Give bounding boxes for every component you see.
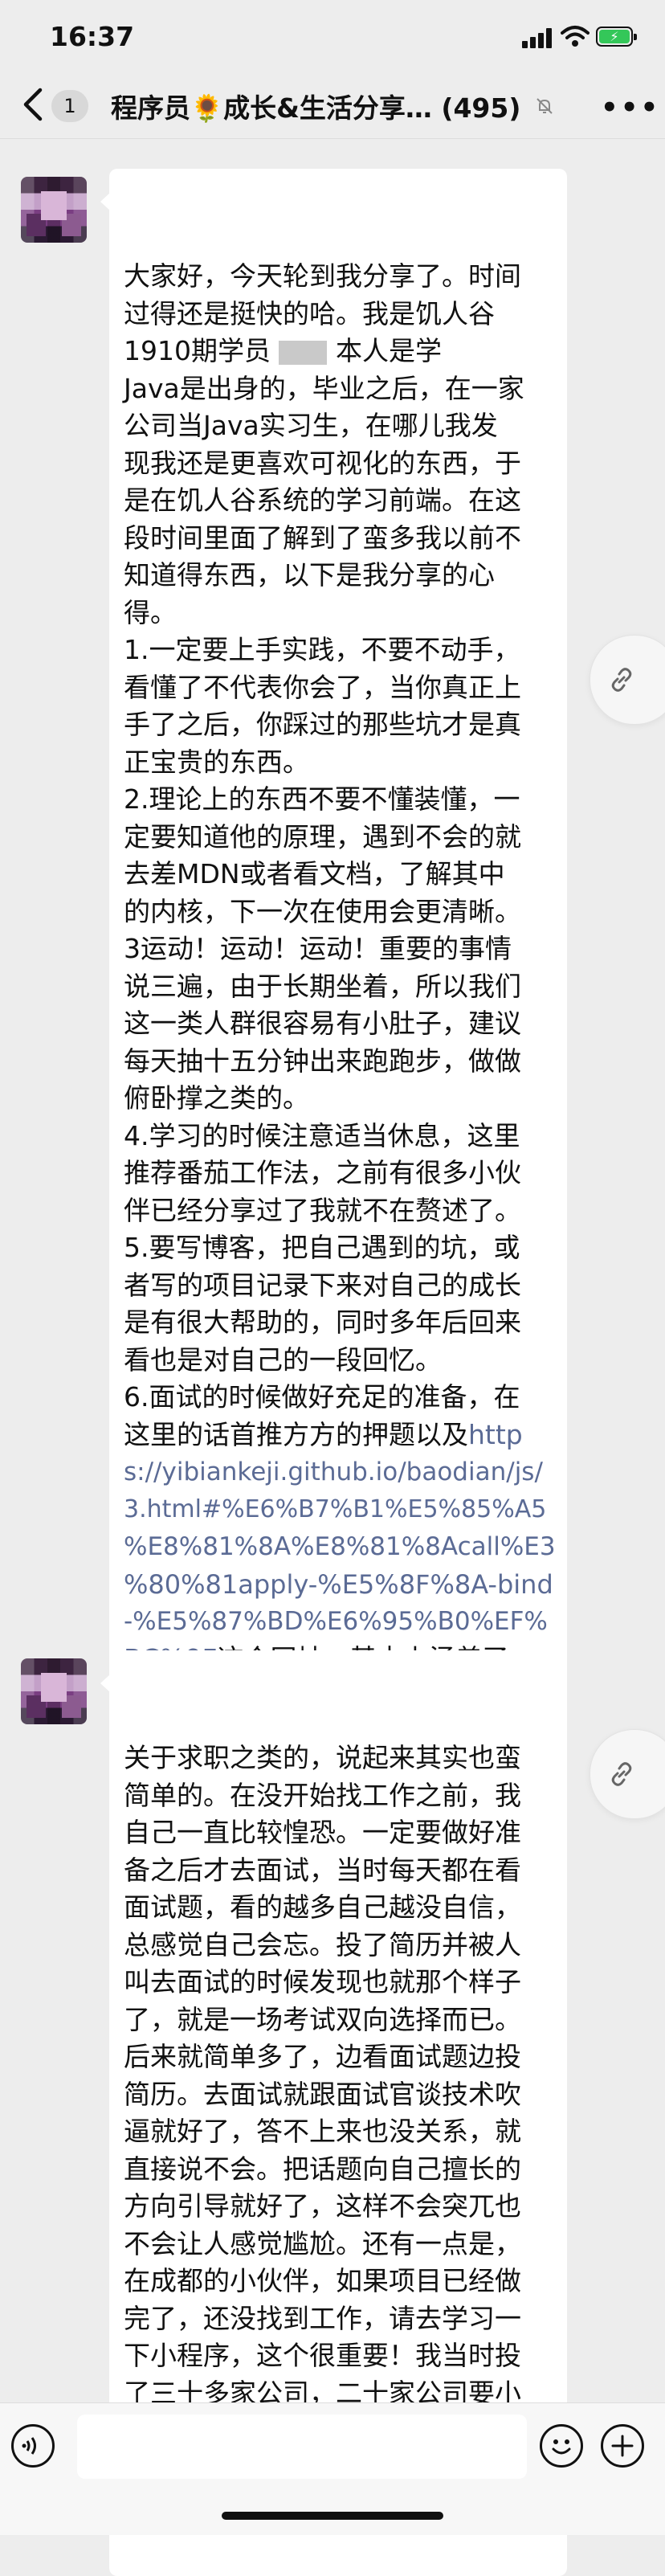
message-line: 公司当Java实习生，在哪儿我发 xyxy=(124,410,498,441)
message-line: 简单的。在没开始找工作之前，我 xyxy=(124,1779,521,1811)
message-bubble[interactable]: 大家好，今天轮到我分享了。时间 过得还是挺快的哈。我是饥人谷 1910期学员 本人是… xyxy=(100,169,567,1879)
wifi-icon xyxy=(561,26,590,47)
avatar[interactable] xyxy=(21,1658,87,1724)
voice-icon[interactable] xyxy=(11,2424,55,2468)
message-line: 推荐番茄工作法，之前有很多小伙 xyxy=(124,1157,521,1188)
message-line: 的内核，下一次在使用会更清晰。 xyxy=(124,895,521,927)
message-line: 每天抽十五分钟出来跑跑步，做做 xyxy=(124,1045,521,1077)
message-line: 面试题，看的越多自己越没自信， xyxy=(124,1891,521,1923)
message-line: 备之后才去面试，当时每天都在看 xyxy=(124,1854,521,1886)
message-line: 4.学习的时候注意适当休息，这里 xyxy=(124,1119,520,1151)
message-line: 是在饥人谷系统的学习前端。在这 xyxy=(124,485,521,516)
message-line: 1910期学员 本人是学 xyxy=(124,335,442,366)
message-link-line[interactable]: 3.html#%E6%B7%B1%E5%85%A5 xyxy=(124,1491,556,1529)
message-line: 得。 xyxy=(124,596,177,628)
home-indicator xyxy=(222,2512,443,2520)
message-line: 直接说不会。把话题向自己擅长的 xyxy=(124,2153,521,2185)
message-line: 3运动！运动！运动！重要的事情 xyxy=(124,933,512,964)
link-button[interactable] xyxy=(590,1729,665,1819)
message-line: 在成都的小伙伴，如果项目已经做 xyxy=(124,2265,521,2296)
message-line: Java是出身的，毕业之后，在一家 xyxy=(124,372,524,404)
plus-icon[interactable] xyxy=(601,2424,644,2468)
message-line: 不会让人感觉尴尬。还有一点是， xyxy=(124,2227,521,2259)
message-line: 5.要写博客，把自己遇到的坑，或 xyxy=(124,1232,520,1263)
message-line: 定要知道他的原理，遇到不会的就 xyxy=(124,820,521,853)
message-line: 俯卧撑之类的。 xyxy=(124,1082,309,1114)
message-line: 是有很大帮助的，同时多年后回来 xyxy=(124,1306,521,1338)
emoji-icon[interactable] xyxy=(540,2424,583,2468)
message-link-line[interactable]: -%E5%87%BD%E6%95%B0%EF% xyxy=(124,1603,556,1641)
message-line: 看也是对自己的一段回忆。 xyxy=(124,1343,442,1376)
message-line: 完了，还没找到工作，请去学习一 xyxy=(124,2302,521,2334)
chat-title[interactable]: 程序员🌻成长&生活分享… (495) xyxy=(111,87,520,125)
chat-header: 1 程序员🌻成长&生活分享… (495) ••• xyxy=(0,74,665,138)
message-line: 自己一直比较惶恐。一定要做好准 xyxy=(124,1817,521,1848)
message-text: 大家好，今天轮到我分享了。时间 过得还是挺快的哈。我是饥人谷 1910期学员 本人是… xyxy=(124,258,556,1827)
bell-slash-icon xyxy=(536,98,553,114)
message-link-line[interactable]: http xyxy=(468,1419,523,1450)
battery-icon: ⚡ xyxy=(596,27,637,47)
message-line: 关于求职之类的，说起来其实也蛮 xyxy=(124,1742,521,1773)
message-line: 逼就好了，答不上来也没关系，就 xyxy=(124,2116,521,2147)
message-line: 1.一定要上手实践，不要不动手， xyxy=(124,634,520,665)
message-link-line[interactable]: %80%81apply-%E5%8F%8A-bind xyxy=(124,1566,556,1604)
message-line: 下小程序，这个很重要！我当时投 xyxy=(124,2340,521,2371)
message-line: 者写的项目记录下来对自己的成长 xyxy=(124,1269,521,1301)
message-line: 这里的话首推方方的押题以及http xyxy=(124,1417,556,1454)
message-link-line[interactable]: %E8%81%8A%E8%81%8Acall%E3 xyxy=(124,1528,556,1566)
message-line: 知道得东西，以下是我分享的心 xyxy=(124,559,495,591)
link-button[interactable] xyxy=(590,635,665,725)
message-line: 后来就简单多了，边看面试题边投 xyxy=(124,2041,521,2072)
message-line: 叫去面试的时候发现也就那个样子 xyxy=(124,1966,521,1997)
message-line: 去差MDN或者看文档，了解其中 xyxy=(124,858,505,889)
message-line: 大家好，今天轮到我分享了。时间 xyxy=(124,260,521,292)
more-dots-icon[interactable]: ••• xyxy=(601,92,660,124)
message-line: 6.面试的时候做好充足的准备，在 xyxy=(124,1381,520,1413)
unread-count-badge[interactable]: 1 xyxy=(51,90,88,122)
chevron-left-icon[interactable] xyxy=(19,87,48,122)
message-line: 过得还是挺快的哈。我是饥人谷 xyxy=(124,297,495,329)
message-line: 这一类人群很容易有小肚子，建议 xyxy=(124,1008,521,1039)
message-line: 看懂了不代表你会了，当你真正上 xyxy=(124,671,521,703)
avatar[interactable] xyxy=(21,177,87,243)
status-time: 16:37 xyxy=(50,21,135,52)
message-line: 说三遍，由于长期坐着，所以我们 xyxy=(124,970,521,1002)
link-icon xyxy=(611,1762,632,1786)
message-line: 简历。去面试就跟面试官谈技术吹 xyxy=(124,2078,521,2110)
message-line-text: 这里的话首推方方的押题以及 xyxy=(124,1418,468,1450)
message-line: 段时间里面了解到了蛮多我以前不 xyxy=(124,521,521,554)
message-line: 现我还是更喜欢可视化的东西，于 xyxy=(124,447,521,479)
message-line: 手了之后，你踩过的那些坑才是真 xyxy=(124,709,521,740)
masked-text xyxy=(279,340,328,365)
status-bar: 16:37 ⚡ xyxy=(0,0,665,74)
signal-icon xyxy=(522,27,554,48)
message-line: 正宝贵的东西。 xyxy=(124,746,309,778)
message-input[interactable] xyxy=(77,2414,527,2479)
message-line: 总感觉自己会忘。投了简历并被人 xyxy=(124,1928,521,1961)
message-line: 伴已经分享过了我就不在赘述了。 xyxy=(124,1194,521,1226)
message-line: 2.理论上的东西不要不懂装懂，一 xyxy=(124,783,520,815)
link-icon xyxy=(611,668,632,692)
message-link-line[interactable]: s://yibiankeji.github.io/baodian/js/ xyxy=(124,1454,556,1491)
message-line: 方向引导就好了，这样不会突兀也 xyxy=(124,2190,521,2222)
header-divider xyxy=(0,138,665,139)
message-line: 了，就是一场考试双向选择而已。 xyxy=(124,2003,521,2035)
